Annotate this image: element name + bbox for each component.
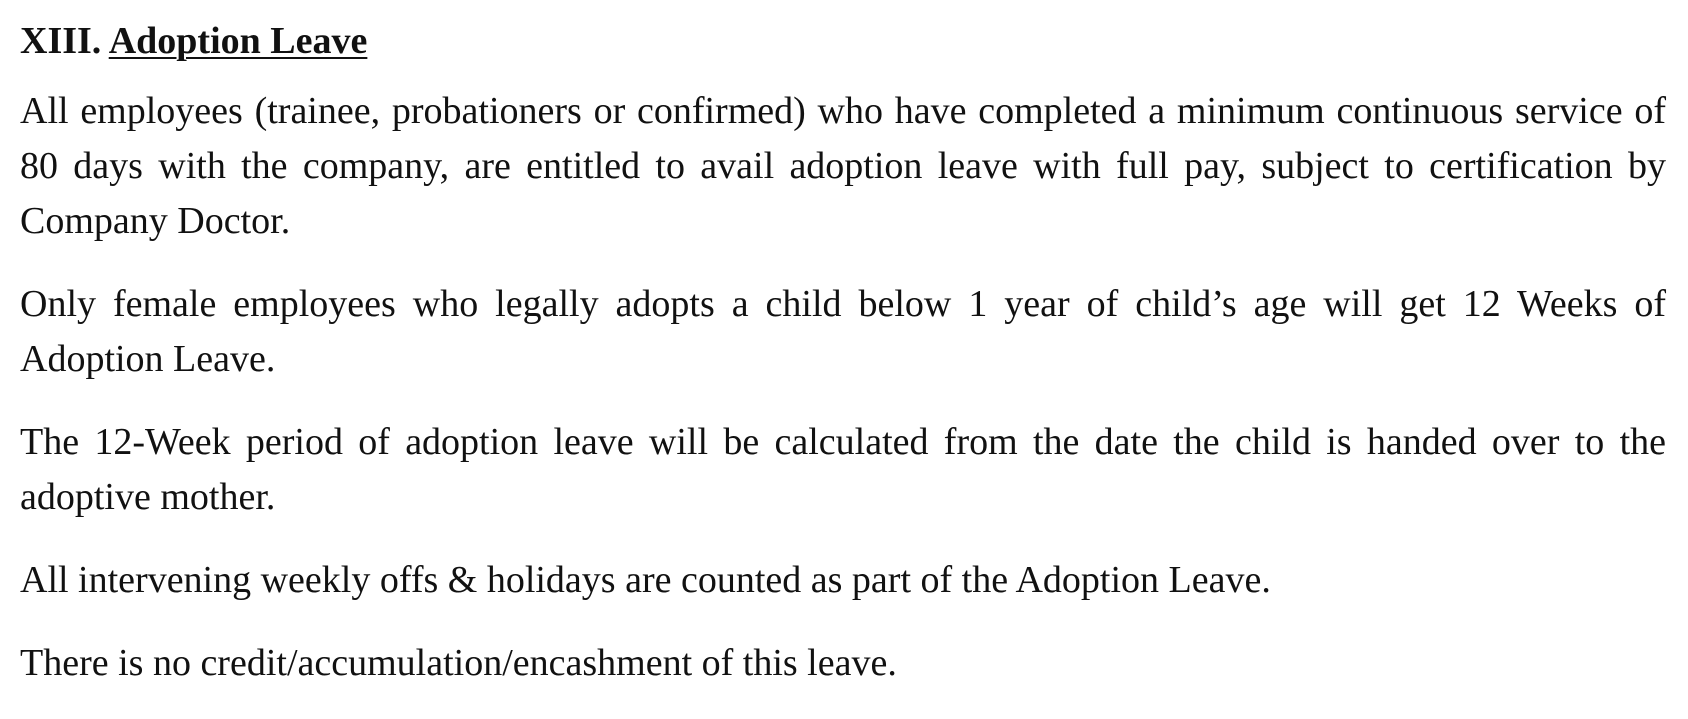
document-body: XIII. Adoption Leave All employees (trai… — [20, 18, 1666, 719]
paragraph-holidays: All intervening weekly offs & holidays a… — [20, 559, 1271, 601]
section-number: XIII. — [20, 20, 102, 62]
section-title: Adoption Leave — [108, 20, 368, 62]
section-heading: XIII. Adoption Leave — [20, 18, 1666, 64]
paragraph-no-credit: There is no credit/accumulation/encashme… — [20, 642, 897, 684]
paragraph-entitlement: Only female employees who legally adopts… — [20, 283, 1666, 380]
paragraph-eligibility: All employees (trainee, probationers or … — [20, 90, 1666, 242]
paragraph-calculation: The 12-Week period of adoption leave wil… — [20, 421, 1666, 518]
